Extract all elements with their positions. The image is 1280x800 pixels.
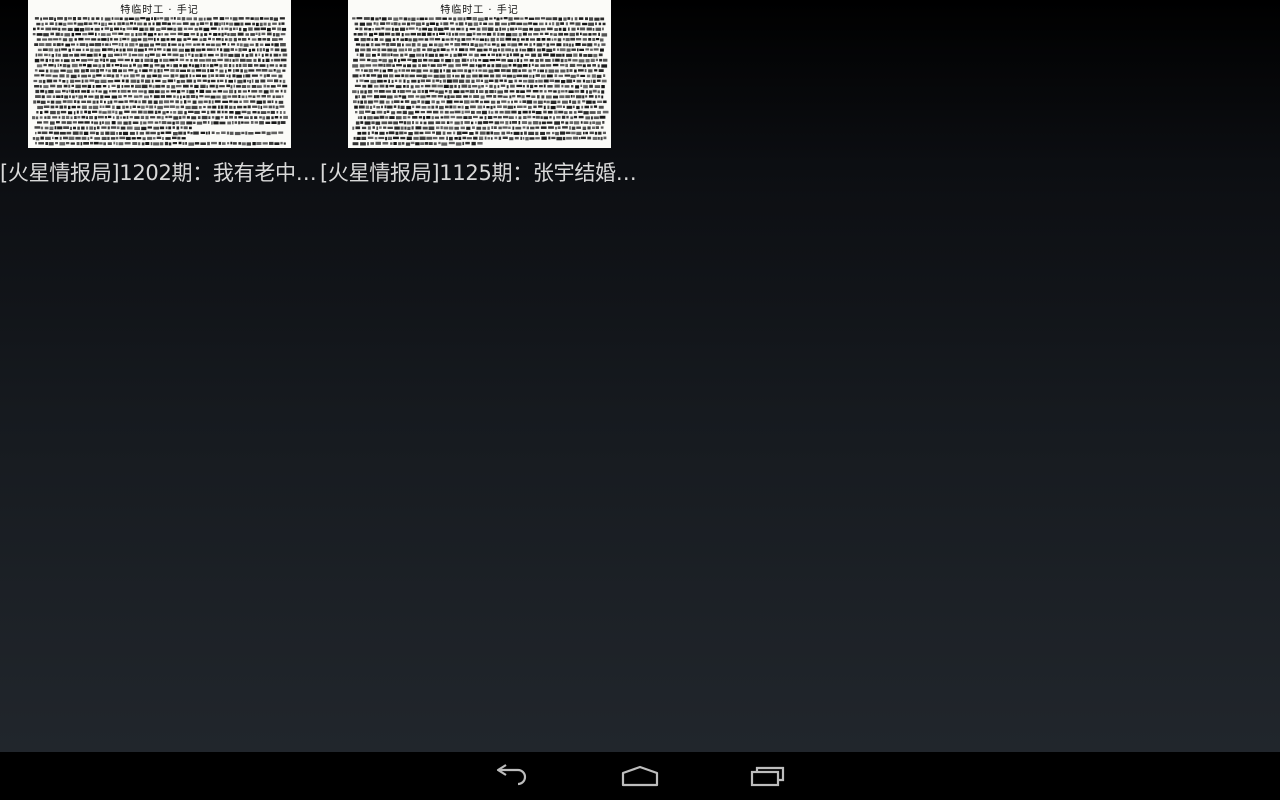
back-icon [496,764,527,786]
content-area: 特临时工 · 手记 [火星情报局]1202期：我有老中… 特临时工 · 手记 [… [0,0,1280,752]
video-thumbnail[interactable]: 特临时工 · 手记 [348,0,611,148]
video-tile[interactable]: 特临时工 · 手记 [火星情报局]1125期：张宇结婚… [320,0,640,190]
screen: 特临时工 · 手记 [火星情报局]1202期：我有老中… 特临时工 · 手记 [… [0,0,1280,800]
video-grid: 特临时工 · 手记 [火星情报局]1202期：我有老中… 特临时工 · 手记 [… [0,0,640,190]
home-button[interactable] [592,752,688,800]
video-tile[interactable]: 特临时工 · 手记 [火星情报局]1202期：我有老中… [0,0,320,190]
thumbnail-title: 特临时工 · 手记 [120,5,199,16]
thumbnail-text-image [32,17,288,146]
navigation-bar [0,752,1280,800]
video-caption[interactable]: [火星情报局]1202期：我有老中… [0,159,320,187]
recent-apps-icon [750,766,785,787]
recent-apps-button[interactable] [720,752,816,800]
back-button[interactable] [464,752,560,800]
video-thumbnail[interactable]: 特临时工 · 手记 [28,0,291,148]
video-caption[interactable]: [火星情报局]1125期：张宇结婚… [320,159,640,187]
thumbnail-title: 特临时工 · 手记 [440,5,519,16]
thumbnail-text-image [352,17,609,146]
home-icon [621,765,659,787]
